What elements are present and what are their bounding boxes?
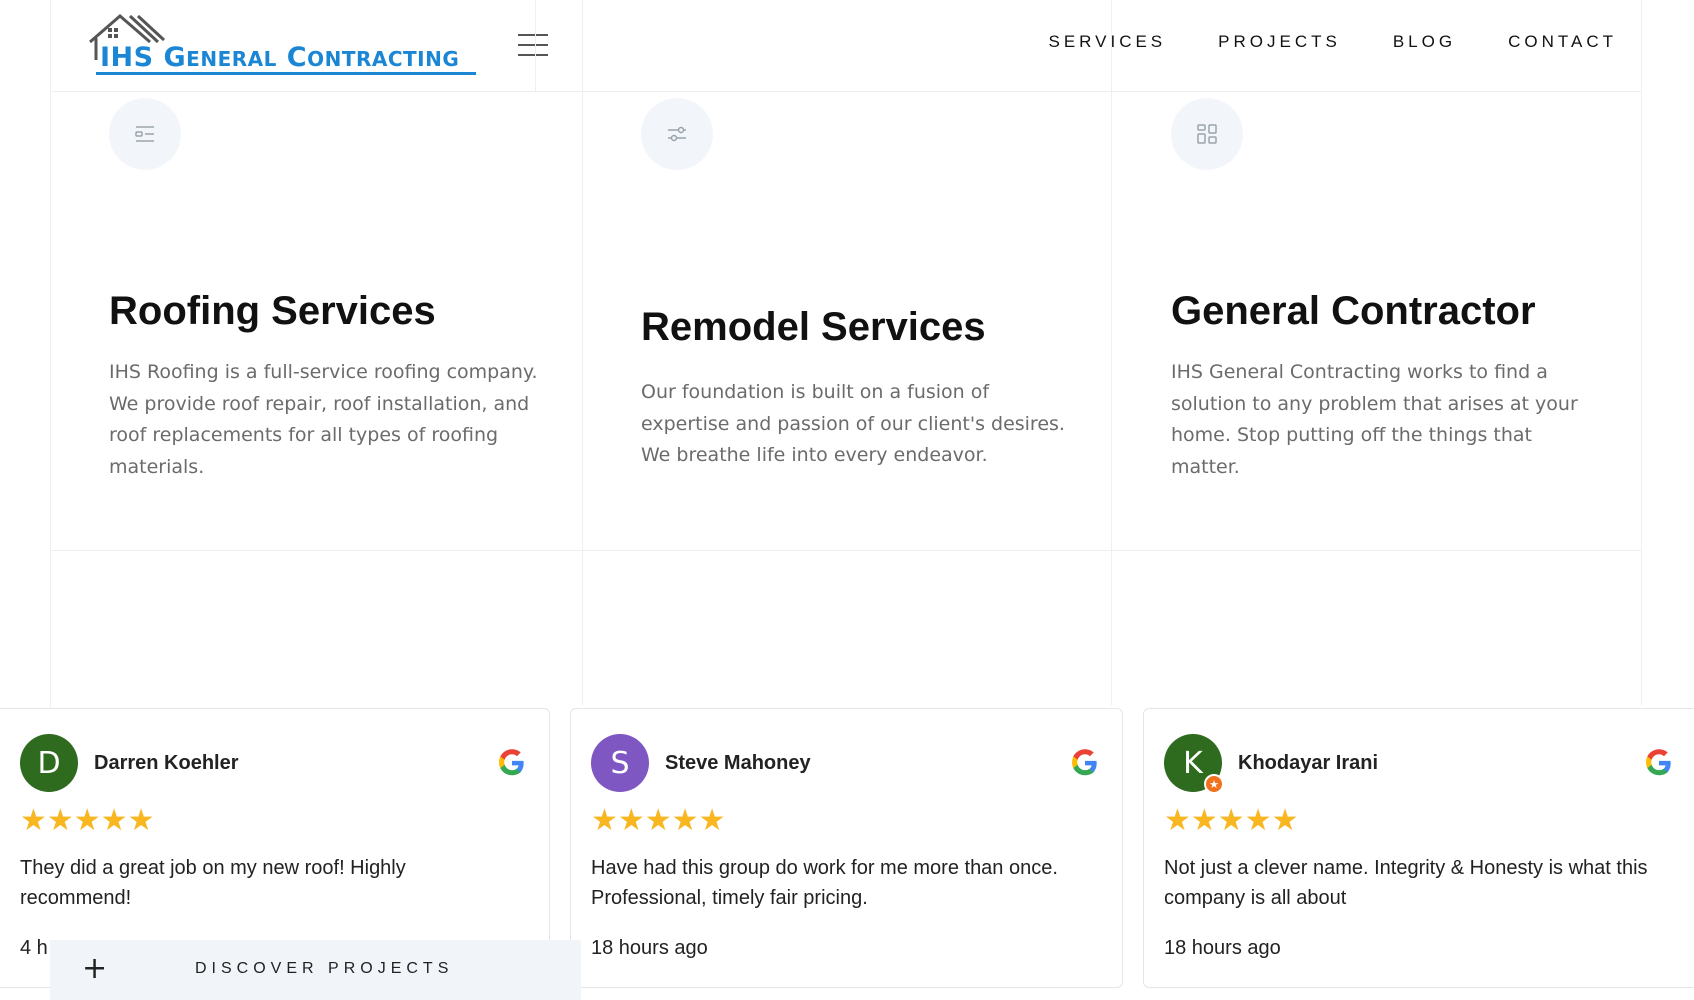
review-time: 18 hours ago xyxy=(591,937,708,959)
review-text: Have had this group do work for me more … xyxy=(591,857,1058,909)
service-roofing: Roofing Services IHS Roofing is a full-s… xyxy=(50,92,582,550)
frame-line-right xyxy=(1641,0,1642,705)
logo-underline xyxy=(96,72,476,75)
google-icon[interactable] xyxy=(1645,749,1673,777)
review-text: They did a great job on my new roof! Hig… xyxy=(20,857,406,909)
service-description: Our foundation is built on a fusion of e… xyxy=(641,381,1065,466)
reviewer-name: Khodayar Irani xyxy=(1238,752,1379,774)
google-icon[interactable] xyxy=(498,749,526,777)
review-card: K ★ Khodayar Irani ★★★★★ Not just a clev… xyxy=(1143,708,1694,988)
logo-text: IHS GENERAL CONTRACTING xyxy=(100,42,460,73)
site-header: IHS GENERAL CONTRACTING SERVICES PROJECT… xyxy=(50,0,1641,92)
discover-projects-button[interactable]: + DISCOVER PROJECTS xyxy=(50,940,581,1000)
local-guide-badge-icon: ★ xyxy=(1204,774,1224,794)
service-title: General Contractor xyxy=(1171,289,1536,333)
review-time: 4 h xyxy=(20,937,48,959)
star-rating: ★★★★★ xyxy=(591,804,726,837)
service-general: General Contractor IHS General Contracti… xyxy=(1111,92,1641,550)
header-divider xyxy=(535,0,536,92)
discover-projects-label: DISCOVER PROJECTS xyxy=(195,960,454,977)
reviewer-name: Darren Koehler xyxy=(94,752,239,774)
google-icon[interactable] xyxy=(1071,749,1099,777)
reviewer-name: Steve Mahoney xyxy=(665,752,811,774)
main-nav: SERVICES PROJECTS BLOG CONTACT xyxy=(1048,32,1617,52)
star-rating: ★★★★★ xyxy=(1164,804,1299,837)
avatar: D xyxy=(20,734,78,792)
hamburger-menu-icon[interactable] xyxy=(518,34,548,56)
company-logo[interactable]: IHS GENERAL CONTRACTING xyxy=(86,12,526,78)
service-remodel: Remodel Services Our foundation is built… xyxy=(582,92,1111,550)
service-title: Remodel Services xyxy=(641,305,986,349)
sliders-icon xyxy=(641,98,713,170)
review-text: Not just a clever name. Integrity & Hone… xyxy=(1164,857,1648,909)
nav-projects[interactable]: PROJECTS xyxy=(1218,32,1341,52)
plus-icon: + xyxy=(82,951,108,986)
list-icon xyxy=(109,98,181,170)
star-rating: ★★★★★ xyxy=(20,804,155,837)
review-time: 18 hours ago xyxy=(1164,937,1281,959)
avatar: S xyxy=(591,734,649,792)
service-title: Roofing Services xyxy=(109,289,436,333)
avatar: K ★ xyxy=(1164,734,1224,794)
nav-blog[interactable]: BLOG xyxy=(1393,32,1456,52)
grid-icon xyxy=(1171,98,1243,170)
frame-line-mid xyxy=(50,550,1641,551)
service-description: IHS Roofing is a full-service roofing co… xyxy=(109,361,538,478)
review-card: S Steve Mahoney ★★★★★ Have had this grou… xyxy=(570,708,1123,988)
service-description: IHS General Contracting works to find a … xyxy=(1171,361,1578,478)
nav-contact[interactable]: CONTACT xyxy=(1508,32,1617,52)
nav-services[interactable]: SERVICES xyxy=(1048,32,1166,52)
